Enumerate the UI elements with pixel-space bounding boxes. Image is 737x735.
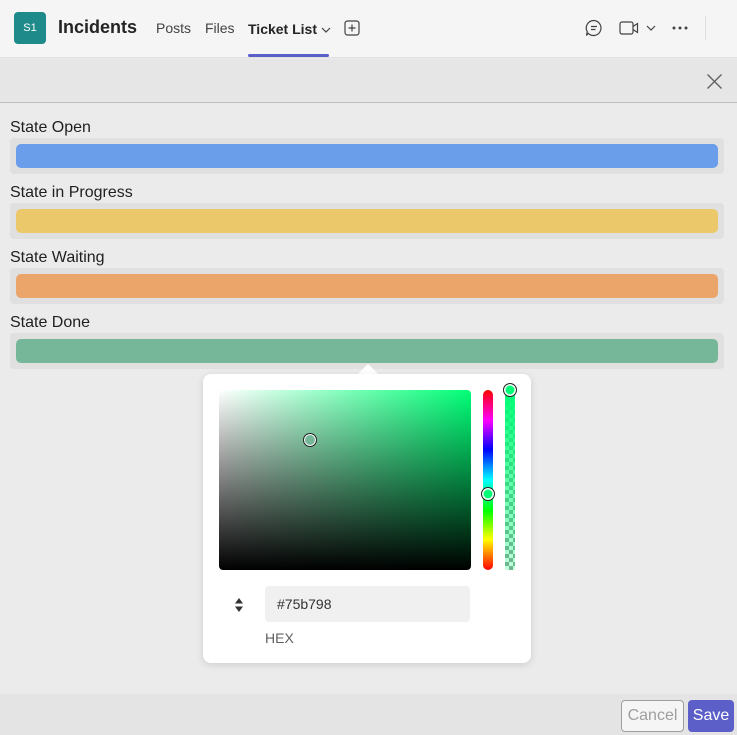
tab-ticket-list[interactable]: Ticket List: [248, 20, 331, 37]
page-title: Incidents: [58, 17, 138, 37]
active-tab-indicator: [248, 54, 329, 57]
picker-caret: [358, 364, 378, 374]
hex-input[interactable]: [265, 586, 470, 622]
state-in-progress-color-field: [10, 203, 724, 239]
more-options-icon[interactable]: [671, 18, 689, 38]
state-done-label: State Done: [10, 314, 91, 331]
up-down-arrows-icon[interactable]: [231, 596, 247, 614]
close-icon[interactable]: [706, 73, 723, 90]
tab-files[interactable]: Files: [205, 20, 235, 36]
hue-slider[interactable]: [481, 390, 495, 570]
header-divider: [705, 16, 706, 40]
chevron-down-icon[interactable]: [321, 20, 331, 36]
save-button[interactable]: Save: [688, 700, 734, 732]
tab-posts[interactable]: Posts: [156, 20, 191, 36]
alpha-slider-thumb[interactable]: [503, 383, 517, 397]
chat-icon[interactable]: [584, 18, 604, 38]
app-avatar[interactable]: S1: [14, 12, 46, 44]
hex-format-label: HEX: [265, 630, 294, 646]
state-open-color-field: [10, 138, 724, 174]
state-in-progress-color-swatch[interactable]: [16, 209, 718, 233]
cancel-button[interactable]: Cancel: [621, 700, 684, 732]
video-call-icon[interactable]: [619, 18, 659, 38]
hue-slider-thumb[interactable]: [481, 487, 495, 502]
state-waiting-color-field: [10, 268, 724, 304]
alpha-slider[interactable]: [503, 383, 517, 570]
dialog-header: [0, 59, 737, 103]
tab-ticket-list-label: Ticket List: [248, 21, 317, 37]
color-selector-handle[interactable]: [302, 433, 317, 448]
state-waiting-label: State Waiting: [10, 249, 105, 266]
color-picker-popup: HEX: [203, 374, 531, 663]
state-waiting-color-swatch[interactable]: [16, 274, 718, 298]
add-tab-icon[interactable]: [344, 20, 360, 36]
state-open-label: State Open: [10, 119, 91, 136]
tab-posts-label: Posts: [156, 20, 192, 36]
state-done-color-swatch[interactable]: [16, 339, 718, 363]
top-bar: S1 Incidents Posts Files Ticket List: [0, 0, 737, 58]
saturation-brightness-area[interactable]: [219, 390, 471, 570]
tab-files-label: Files: [205, 20, 235, 36]
state-in-progress-label: State in Progress: [10, 184, 133, 201]
state-open-color-swatch[interactable]: [16, 144, 718, 168]
